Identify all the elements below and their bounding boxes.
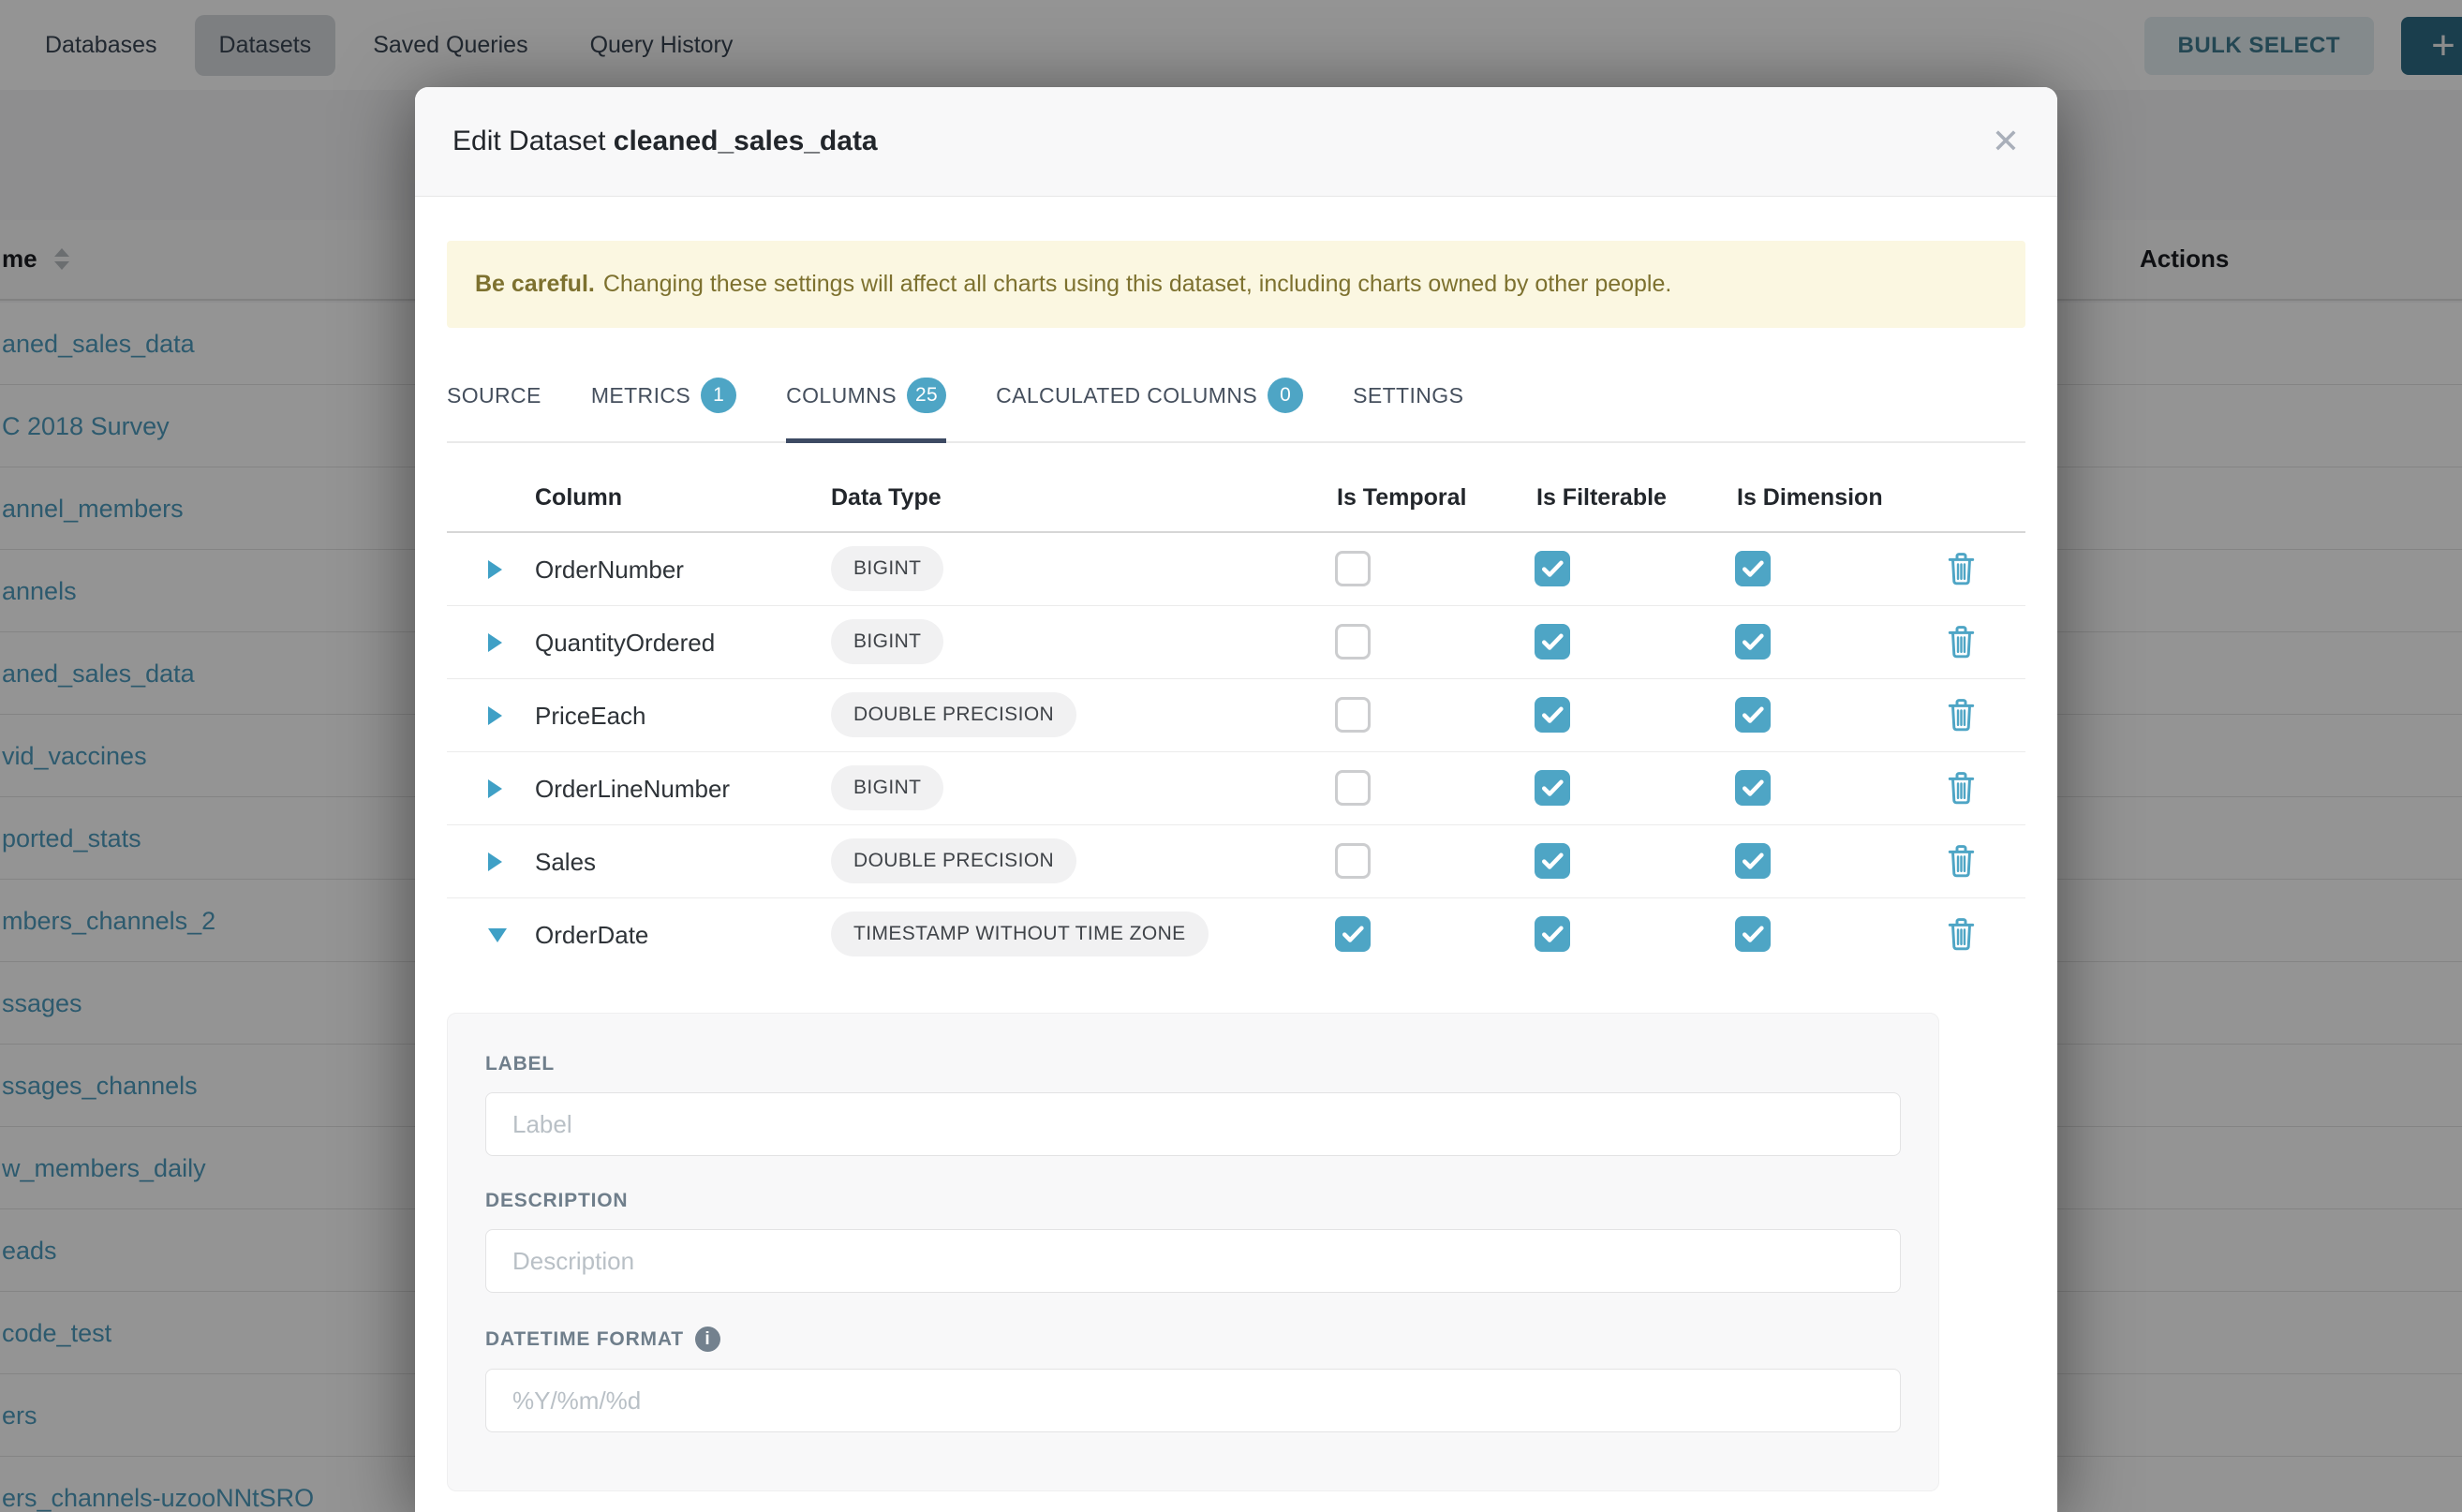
- is-filterable-checkbox[interactable]: [1535, 624, 1570, 660]
- tab-settings[interactable]: SETTINGS: [1353, 352, 1463, 441]
- modal-header: Edit Dataset cleaned_sales_data ✕: [415, 87, 2057, 197]
- is-filterable-header: Is Filterable: [1536, 484, 1667, 511]
- is-dimension-header: Is Dimension: [1737, 484, 1883, 511]
- is-temporal-header: Is Temporal: [1337, 484, 1466, 511]
- is-dimension-checkbox[interactable]: [1735, 770, 1771, 806]
- column-name: QuantityOrdered: [535, 629, 715, 658]
- data-type-pill: TIMESTAMP WITHOUT TIME ZONE: [831, 912, 1209, 956]
- is-temporal-checkbox[interactable]: [1335, 770, 1371, 806]
- label-field-label: LABEL: [485, 1053, 1938, 1075]
- is-temporal-checkbox[interactable]: [1335, 624, 1371, 660]
- description-field-label: DESCRIPTION: [485, 1190, 1938, 1212]
- delete-column-button[interactable]: [1947, 552, 1976, 588]
- column-name: PriceEach: [535, 702, 646, 731]
- trash-icon: [1947, 940, 1976, 954]
- caret-right-icon[interactable]: [488, 852, 502, 871]
- trash-icon: [1947, 793, 1976, 808]
- is-dimension-checkbox[interactable]: [1735, 624, 1771, 660]
- tab-label: SOURCE: [447, 383, 541, 408]
- caret-right-icon[interactable]: [488, 560, 502, 579]
- column-name: OrderLineNumber: [535, 775, 730, 804]
- tab-label: COLUMNS: [786, 383, 897, 408]
- tab-count-badge: 0: [1268, 378, 1303, 413]
- delete-column-button[interactable]: [1947, 698, 1976, 734]
- column-row: Sales DOUBLE PRECISION: [447, 825, 2025, 898]
- data-type-pill: BIGINT: [831, 619, 943, 664]
- modal-title: Edit Dataset cleaned_sales_data: [452, 126, 878, 157]
- caret-down-icon[interactable]: [488, 928, 507, 942]
- description-input[interactable]: [485, 1229, 1901, 1293]
- delete-column-button[interactable]: [1947, 771, 1976, 808]
- columns-table-body: OrderNumber BIGINT QuantityOrdered BIGINT Pr…: [447, 533, 2025, 971]
- datetime-format-input[interactable]: [485, 1369, 1901, 1432]
- caret-right-icon[interactable]: [488, 633, 502, 652]
- is-temporal-checkbox[interactable]: [1335, 843, 1371, 879]
- tab-count-badge: 1: [701, 378, 736, 413]
- delete-column-button[interactable]: [1947, 625, 1976, 661]
- info-icon[interactable]: i: [695, 1327, 720, 1352]
- caret-right-icon[interactable]: [488, 779, 502, 798]
- column-row: QuantityOrdered BIGINT: [447, 606, 2025, 679]
- column-name: OrderNumber: [535, 556, 684, 585]
- is-temporal-checkbox[interactable]: [1335, 916, 1371, 952]
- datetime-format-field-label: DATETIME FORMAT i: [485, 1327, 1938, 1352]
- column-row: OrderLineNumber BIGINT: [447, 752, 2025, 825]
- column-row: PriceEach DOUBLE PRECISION: [447, 679, 2025, 752]
- trash-icon: [1947, 867, 1976, 881]
- is-dimension-checkbox[interactable]: [1735, 697, 1771, 733]
- column-header: Column: [535, 484, 622, 511]
- trash-icon: [1947, 720, 1976, 734]
- is-filterable-checkbox[interactable]: [1535, 916, 1570, 952]
- close-icon[interactable]: ✕: [1992, 125, 2020, 158]
- modal-title-dataset-name: cleaned_sales_data: [614, 126, 878, 156]
- tab-metrics[interactable]: METRICS 1: [591, 352, 736, 441]
- warning-bold-text: Be careful.: [475, 271, 595, 297]
- is-filterable-checkbox[interactable]: [1535, 843, 1570, 879]
- column-detail-panel: LABEL DESCRIPTION DATETIME FORMAT i: [447, 1013, 1939, 1491]
- is-filterable-checkbox[interactable]: [1535, 551, 1570, 586]
- label-input[interactable]: [485, 1092, 1901, 1156]
- modal-title-prefix: Edit Dataset: [452, 126, 605, 156]
- column-row: OrderDate TIMESTAMP WITHOUT TIME ZONE: [447, 898, 2025, 971]
- delete-column-button[interactable]: [1947, 844, 1976, 881]
- column-name: OrderDate: [535, 921, 648, 950]
- is-dimension-checkbox[interactable]: [1735, 843, 1771, 879]
- tab-columns[interactable]: COLUMNS 25: [786, 352, 946, 441]
- tab-source[interactable]: SOURCE: [447, 352, 541, 441]
- data-type-pill: BIGINT: [831, 546, 943, 591]
- is-dimension-checkbox[interactable]: [1735, 916, 1771, 952]
- trash-icon: [1947, 647, 1976, 661]
- is-filterable-checkbox[interactable]: [1535, 770, 1570, 806]
- column-row: OrderNumber BIGINT: [447, 533, 2025, 606]
- is-temporal-checkbox[interactable]: [1335, 551, 1371, 586]
- modal-tabs: SOURCE METRICS 1 COLUMNS 25 CALCULATED COLUMN…: [447, 352, 2025, 443]
- warning-banner: Be careful. Changing these settings will …: [447, 241, 2025, 328]
- tab-calculated-columns[interactable]: CALCULATED COLUMNS 0: [996, 352, 1303, 441]
- is-dimension-checkbox[interactable]: [1735, 551, 1771, 586]
- is-temporal-checkbox[interactable]: [1335, 697, 1371, 733]
- tab-label: SETTINGS: [1353, 383, 1463, 408]
- column-name: Sales: [535, 848, 596, 877]
- columns-table-header: Column Data Type Is Temporal Is Filterab…: [447, 471, 2025, 533]
- tab-label: CALCULATED COLUMNS: [996, 383, 1257, 408]
- delete-column-button[interactable]: [1947, 917, 1976, 954]
- tab-count-badge: 25: [907, 378, 946, 413]
- caret-right-icon[interactable]: [488, 706, 502, 725]
- data-type-pill: BIGINT: [831, 765, 943, 810]
- is-filterable-checkbox[interactable]: [1535, 697, 1570, 733]
- datetime-format-label-text: DATETIME FORMAT: [485, 1328, 684, 1351]
- data-type-header: Data Type: [831, 484, 942, 511]
- trash-icon: [1947, 574, 1976, 588]
- modal-body: Be careful. Changing these settings will …: [415, 241, 2057, 1491]
- warning-text: Changing these settings will affect all …: [603, 271, 1672, 297]
- data-type-pill: DOUBLE PRECISION: [831, 692, 1076, 737]
- tab-label: METRICS: [591, 383, 690, 408]
- edit-dataset-modal: Edit Dataset cleaned_sales_data ✕ Be car…: [415, 87, 2057, 1512]
- data-type-pill: DOUBLE PRECISION: [831, 838, 1076, 883]
